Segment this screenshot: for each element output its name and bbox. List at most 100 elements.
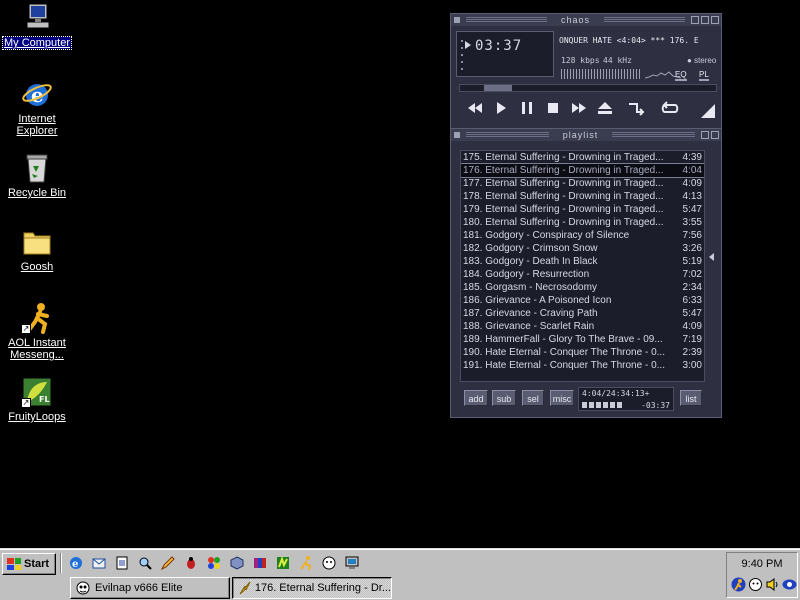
winrar-icon[interactable] bbox=[250, 553, 270, 573]
playlist-titlebar[interactable]: playlist bbox=[451, 129, 721, 141]
sub-button[interactable]: sub bbox=[492, 390, 516, 406]
aim-running-man-icon[interactable] bbox=[296, 553, 316, 573]
time-display[interactable]: 03:37 bbox=[456, 31, 554, 77]
folder-icon bbox=[21, 226, 53, 258]
desktop-icon-internet-explorer[interactable]: e Internet Explorer bbox=[0, 78, 74, 137]
shuffle-button[interactable] bbox=[625, 98, 647, 118]
playlist-row[interactable]: 188. Grievance - Scarlet Rain 4:09 bbox=[461, 320, 704, 333]
task-label: 176. Eternal Suffering - Dr... bbox=[254, 582, 391, 594]
track-duration: 7:56 bbox=[682, 230, 702, 241]
mini-display[interactable]: 4:04/24:34:13+ -03:37 bbox=[578, 387, 674, 411]
desktop-icon-label: My Computer bbox=[1, 36, 73, 50]
desktop-icon-aol-instant-messenger[interactable]: ↗ AOL Instant Messeng... bbox=[0, 302, 74, 361]
playlist-row[interactable]: 183. Godgory - Death In Black 5:19 bbox=[461, 255, 704, 268]
previous-button[interactable] bbox=[465, 98, 485, 118]
track-title: 175. Eternal Suffering - Drowning in Tra… bbox=[463, 152, 664, 163]
eye-tray-icon[interactable] bbox=[782, 577, 797, 592]
pinwheel-icon[interactable] bbox=[204, 553, 224, 573]
bug-icon[interactable] bbox=[181, 553, 201, 573]
next-button[interactable] bbox=[569, 98, 589, 118]
start-label: Start bbox=[24, 558, 50, 570]
winamp-icon[interactable] bbox=[273, 553, 293, 573]
list-button[interactable]: list bbox=[680, 390, 702, 406]
close-button[interactable] bbox=[711, 16, 719, 24]
playlist[interactable]: 175. Eternal Suffering - Drowning in Tra… bbox=[460, 150, 705, 382]
face-icon[interactable] bbox=[319, 553, 339, 573]
task-button-evilnap[interactable]: Evilnap v666 Elite bbox=[70, 577, 230, 599]
aim-tray-icon[interactable] bbox=[731, 577, 746, 592]
shade-button[interactable] bbox=[701, 16, 709, 24]
start-button[interactable]: Start bbox=[2, 553, 56, 575]
sample-rate: 44 kHz bbox=[603, 56, 632, 65]
desktop-icon-my-computer[interactable]: My Computer bbox=[0, 2, 74, 50]
playlist-total-time: 4:04/24:34:13+ bbox=[582, 389, 650, 398]
cube-icon[interactable] bbox=[227, 553, 247, 573]
misc-button[interactable]: misc bbox=[550, 390, 574, 406]
playlist-row[interactable]: 176. Eternal Suffering - Drowning in Tra… bbox=[461, 163, 704, 178]
playlist-row[interactable]: 182. Godgory - Crimson Snow 3:26 bbox=[461, 242, 704, 255]
desktop-icon-recycle-bin[interactable]: Recycle Bin bbox=[0, 152, 74, 199]
playlist-row[interactable]: 185. Gorgasm - Necrosodomy 2:34 bbox=[461, 281, 704, 294]
volume-slider[interactable] bbox=[561, 69, 641, 79]
mini-controls[interactable] bbox=[582, 402, 622, 408]
playlist-row[interactable]: 191. Hate Eternal - Conquer The Throne -… bbox=[461, 359, 704, 372]
elapsed-time: 03:37 bbox=[475, 38, 523, 54]
eq-toggle-button[interactable]: EQ bbox=[675, 70, 687, 81]
playlist-row[interactable]: 180. Eternal Suffering - Drowning in Tra… bbox=[461, 216, 704, 229]
seek-bar[interactable] bbox=[459, 84, 717, 92]
outlook-express-icon[interactable] bbox=[89, 553, 109, 573]
winamp-titlebar[interactable]: chaos bbox=[451, 14, 721, 26]
track-duration: 5:19 bbox=[682, 256, 702, 267]
add-button[interactable]: add bbox=[464, 390, 488, 406]
pencil-icon[interactable] bbox=[158, 553, 178, 573]
winamp-logo-icon[interactable] bbox=[699, 102, 717, 120]
playlist-row[interactable]: 181. Godgory - Conspiracy of Silence 7:56 bbox=[461, 229, 704, 242]
face-tray-icon[interactable] bbox=[748, 577, 763, 592]
menu-icon[interactable] bbox=[454, 17, 460, 23]
stop-button[interactable] bbox=[543, 98, 563, 118]
monitor-icon[interactable] bbox=[342, 553, 362, 573]
pause-icon bbox=[522, 102, 532, 114]
sel-button[interactable]: sel bbox=[522, 390, 544, 406]
playlist-row[interactable]: 179. Eternal Suffering - Drowning in Tra… bbox=[461, 203, 704, 216]
task-label: Evilnap v666 Elite bbox=[95, 582, 183, 594]
track-title: 184. Godgory - Resurrection bbox=[463, 269, 590, 280]
search-icon[interactable] bbox=[135, 553, 155, 573]
close-button[interactable] bbox=[711, 131, 720, 139]
winamp-main-window[interactable]: chaos 03:37 ONQUER HATE <4:04> *** 176. … bbox=[450, 13, 722, 129]
playlist-row[interactable]: 190. Hate Eternal - Conquer The Throne -… bbox=[461, 346, 704, 359]
taskbar: Start e Evilnap v666 Elite 176. Eternal … bbox=[0, 548, 800, 600]
winamp-playlist-window[interactable]: playlist 175. Eternal Suffering - Drowni… bbox=[450, 128, 722, 418]
winamp-title: chaos bbox=[560, 15, 591, 25]
task-button-winamp[interactable]: 176. Eternal Suffering - Dr... bbox=[232, 577, 392, 599]
seek-thumb[interactable] bbox=[484, 85, 512, 91]
next-icon bbox=[572, 103, 586, 113]
eject-button[interactable] bbox=[595, 98, 615, 118]
clock[interactable]: 9:40 PM bbox=[727, 558, 797, 570]
pause-button[interactable] bbox=[517, 98, 537, 118]
track-duration: 5:47 bbox=[682, 308, 702, 319]
playlist-row[interactable]: 187. Grievance - Craving Path 5:47 bbox=[461, 307, 704, 320]
playlist-row[interactable]: 175. Eternal Suffering - Drowning in Tra… bbox=[461, 151, 704, 164]
playlist-row[interactable]: 178. Eternal Suffering - Drowning in Tra… bbox=[461, 190, 704, 203]
internet-explorer-icon[interactable]: e bbox=[66, 553, 86, 573]
playlist-row[interactable]: 177. Eternal Suffering - Drowning in Tra… bbox=[461, 177, 704, 190]
winamp-lightning-icon bbox=[239, 581, 251, 595]
playlist-row[interactable]: 189. HammerFall - Glory To The Brave - 0… bbox=[461, 333, 704, 346]
desktop-icon-goosh[interactable]: Goosh bbox=[0, 226, 74, 273]
shade-button[interactable] bbox=[701, 131, 710, 139]
scroll-arrow-icon[interactable] bbox=[709, 253, 714, 261]
playlist-row[interactable]: 184. Godgory - Resurrection 7:02 bbox=[461, 268, 704, 281]
playlist-row[interactable]: 186. Grievance - A Poisoned Icon 6:33 bbox=[461, 294, 704, 307]
volume-icon[interactable] bbox=[765, 577, 780, 592]
menu-icon[interactable] bbox=[454, 132, 460, 138]
desktop-icon-fruityloops[interactable]: FL ↗ FruityLoops bbox=[0, 376, 74, 423]
playlist-toggle-button[interactable]: PL bbox=[699, 70, 709, 81]
notepad-icon[interactable] bbox=[112, 553, 132, 573]
minimize-button[interactable] bbox=[691, 16, 699, 24]
track-title: 190. Hate Eternal - Conquer The Throne -… bbox=[463, 347, 665, 358]
system-tray: 9:40 PM bbox=[726, 552, 798, 598]
repeat-button[interactable] bbox=[659, 98, 681, 118]
previous-icon bbox=[468, 103, 482, 113]
play-button[interactable] bbox=[491, 98, 511, 118]
